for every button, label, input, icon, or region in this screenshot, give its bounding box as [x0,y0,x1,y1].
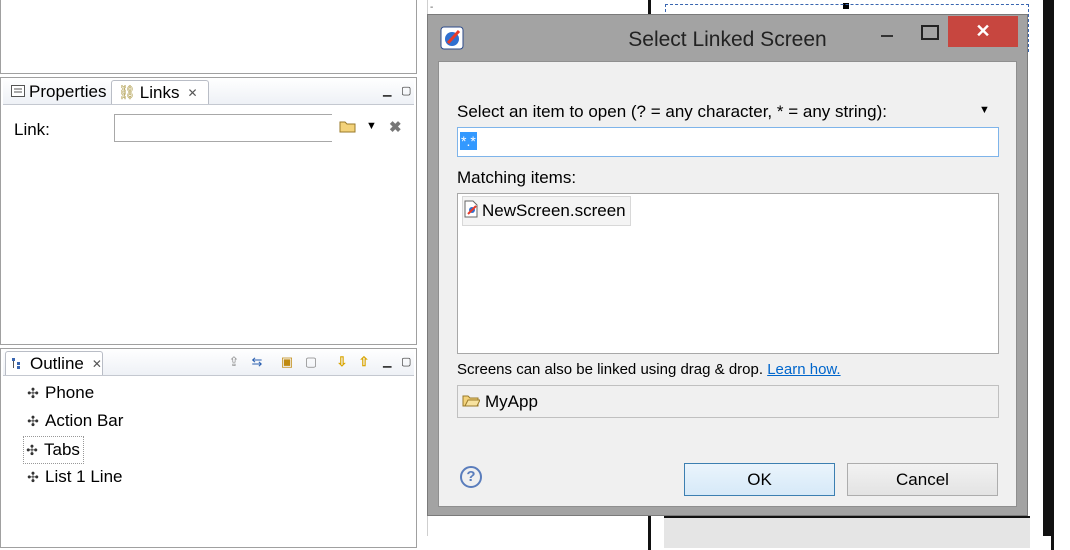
properties-view: Properties ⛓ Links ✕ ▁ ▢ Link: ▼ ✖ [0,77,417,345]
tab-properties-label: Properties [29,82,107,101]
top-left-view [0,0,417,74]
outline-icon [12,354,26,374]
properties-icon [11,82,25,102]
maximize-icon[interactable] [921,25,939,40]
tab-outline[interactable]: Outline ✕ [5,351,103,375]
matching-items-list[interactable]: NewScreen.screen [457,193,999,354]
dnd-hint: Screens can also be linked using drag & … [457,361,764,378]
link-editor-icon[interactable]: ⇆ [249,354,265,370]
close-button[interactable]: ✕ [948,16,1018,47]
close-icon: ✕ [975,21,991,41]
link-chain-icon: ⛓ [118,84,136,100]
close-icon[interactable]: ✕ [187,86,197,100]
phone-mockup-bottom [664,516,1030,548]
ok-button[interactable]: OK [684,463,835,496]
link-field[interactable] [114,114,332,142]
dialog-titlebar[interactable]: Select Linked Screen ✕ [428,15,1027,61]
screen-file-icon [463,200,479,223]
tab-properties[interactable]: Properties [5,80,112,104]
tab-outline-label: Outline [30,353,84,373]
outline-tabstrip: Outline ✕ [3,349,414,376]
maximize-icon[interactable]: ▢ [401,355,411,368]
tab-links[interactable]: ⛓ Links ✕ [111,80,209,104]
dialog-client-area: Select an item to open (? = any characte… [438,61,1017,507]
outline-item-tabs[interactable]: ✣ Tabs [23,436,84,464]
minimize-icon[interactable] [881,35,893,37]
select-linked-screen-dialog: Select Linked Screen ✕ Select an item to… [427,14,1028,516]
clear-link-icon[interactable]: ✖ [389,118,402,136]
menu-dropdown-icon[interactable]: ▼ [979,104,990,116]
ungroup-icon[interactable]: ▢ [303,354,319,370]
minimize-icon[interactable]: ▁ [383,355,391,368]
project-name: MyApp [485,391,538,411]
properties-tabstrip: Properties ⛓ Links ✕ ▁ ▢ [3,78,414,105]
phone-scrollbar [1043,0,1051,536]
filter-input[interactable]: *.* [457,127,999,157]
maximize-icon[interactable]: ▢ [401,84,411,97]
dnd-hint-row: Screens can also be linked using drag & … [457,361,841,378]
close-icon[interactable]: ✕ [92,357,102,371]
minimize-icon[interactable]: ▁ [383,84,391,97]
filter-selected-text: *.* [460,132,477,150]
move-down-icon[interactable]: ⇩ [334,354,350,370]
folder-open-icon [462,392,481,412]
folder-open-icon[interactable] [339,118,357,138]
help-icon[interactable]: ? [460,466,482,488]
learn-how-link[interactable]: Learn how. [767,361,840,378]
tab-links-label: Links [139,82,180,102]
outline-item-list-1-line[interactable]: ✣ List 1 Line [25,464,122,490]
collapse-all-icon[interactable]: ⇪ [226,354,242,370]
group-icon[interactable]: ▣ [279,354,295,370]
cancel-button[interactable]: Cancel [847,463,998,496]
move-up-icon[interactable]: ⇧ [356,354,372,370]
outline-item-action-bar[interactable]: ✣ Action Bar [25,408,123,434]
puzzle-icon: ✣ [27,468,39,485]
matching-items-label: Matching items: [457,168,577,187]
editor-mark: - [430,2,434,13]
link-label: Link: [14,120,50,139]
list-item[interactable]: NewScreen.screen [462,196,631,226]
puzzle-icon: ✣ [27,412,39,429]
filter-prompt: Select an item to open (? = any characte… [457,102,887,121]
outline-item-phone[interactable]: ✣ Phone [25,380,94,406]
puzzle-icon: ✣ [27,384,39,401]
project-bar: MyApp [457,385,999,418]
puzzle-icon: ✣ [26,441,38,458]
dropdown-arrow-icon[interactable]: ▼ [366,120,377,132]
